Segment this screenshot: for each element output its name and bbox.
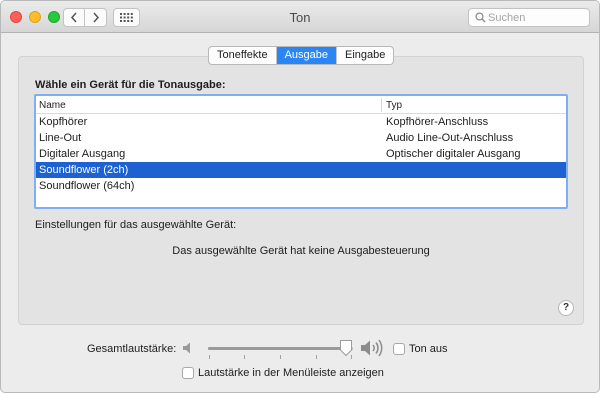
device-type: Kopfhörer-Anschluss — [386, 116, 489, 128]
title-bar: Ton Suchen — [1, 1, 599, 33]
show-volume-in-menubar-checkbox[interactable] — [182, 367, 194, 379]
table-row[interactable]: Kopfhörer Kopfhörer-Anschluss — [36, 114, 566, 130]
volume-slider-thumb[interactable] — [339, 339, 353, 357]
device-settings-label: Einstellungen für das ausgewählte Gerät: — [35, 219, 237, 231]
column-header-type[interactable]: Typ — [386, 100, 402, 111]
table-row[interactable]: Soundflower (64ch) — [36, 178, 566, 194]
tab-ausgabe[interactable]: Ausgabe — [276, 47, 337, 64]
search-placeholder: Suchen — [488, 12, 526, 24]
output-device-table[interactable]: Name Typ Kopfhörer Kopfhörer-Anschluss L… — [34, 94, 568, 209]
search-icon — [475, 12, 486, 23]
search-field[interactable]: Suchen — [468, 8, 590, 27]
device-name: Soundflower (64ch) — [39, 180, 135, 192]
table-row[interactable]: Line-Out Audio Line-Out-Anschluss — [36, 130, 566, 146]
no-output-control-message: Das ausgewählte Gerät hat keine Ausgabes… — [172, 245, 430, 257]
table-header: Name Typ — [36, 96, 566, 114]
help-button[interactable]: ? — [558, 300, 574, 316]
device-type: Audio Line-Out-Anschluss — [386, 132, 514, 144]
slider-tick — [209, 355, 210, 359]
slider-tick — [280, 355, 281, 359]
table-row[interactable]: Digitaler Ausgang Optischer digitaler Au… — [36, 146, 566, 162]
device-name: Digitaler Ausgang — [39, 148, 126, 160]
tab-eingabe[interactable]: Eingabe — [337, 47, 393, 64]
device-name: Soundflower (2ch) — [39, 164, 129, 176]
slider-tick — [316, 355, 317, 359]
volume-slider-fill — [208, 347, 346, 350]
tab-bar: Toneffekte Ausgabe Eingabe — [208, 46, 395, 65]
tab-toneffekte[interactable]: Toneffekte — [209, 47, 277, 64]
slider-tick — [244, 355, 245, 359]
speaker-high-icon — [361, 339, 383, 357]
system-preferences-window: Ton Suchen Toneffekte Ausgabe Eingabe Wä… — [0, 0, 600, 393]
table-row-selected[interactable]: Soundflower (2ch) — [36, 162, 566, 178]
mute-checkbox[interactable] — [393, 343, 405, 355]
column-header-name[interactable]: Name — [39, 100, 66, 111]
device-name: Kopfhörer — [39, 116, 88, 128]
column-divider — [381, 98, 382, 112]
mute-checkbox-label[interactable]: Ton aus — [409, 343, 448, 355]
show-volume-in-menubar-label[interactable]: Lautstärke in der Menüleiste anzeigen — [198, 367, 384, 379]
volume-slider[interactable] — [208, 347, 353, 350]
output-device-heading: Wähle ein Gerät für die Tonausgabe: — [35, 79, 226, 91]
device-type: Optischer digitaler Ausgang — [386, 148, 521, 160]
volume-label: Gesamtlautstärke: — [87, 343, 177, 355]
device-name: Line-Out — [39, 132, 82, 144]
speaker-low-icon — [183, 342, 190, 354]
